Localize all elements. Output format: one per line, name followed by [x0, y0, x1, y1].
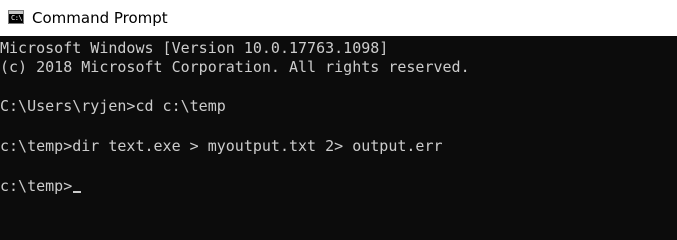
- icon-glyph: C:\: [11, 14, 23, 22]
- text-cursor: [73, 191, 82, 193]
- console-line-cd-command: C:\Users\ryjen>cd c:\temp: [0, 97, 226, 115]
- window-title: Command Prompt: [32, 9, 168, 27]
- console-line-dir-command: c:\temp>dir text.exe > myoutput.txt 2> o…: [0, 137, 443, 155]
- command-prompt-window: C:\ Command Prompt Microsoft Windows [Ve…: [0, 0, 677, 240]
- console-prompt-line[interactable]: c:\temp>: [0, 176, 82, 196]
- command-prompt-icon[interactable]: C:\: [8, 10, 24, 24]
- console-line-copyright: (c) 2018 Microsoft Corporation. All righ…: [0, 58, 470, 76]
- console-prompt: c:\temp>: [0, 177, 73, 195]
- title-bar[interactable]: C:\ Command Prompt: [0, 0, 677, 36]
- console-line-version: Microsoft Windows [Version 10.0.17763.10…: [0, 39, 389, 57]
- console-output-area[interactable]: Microsoft Windows [Version 10.0.17763.10…: [0, 36, 677, 240]
